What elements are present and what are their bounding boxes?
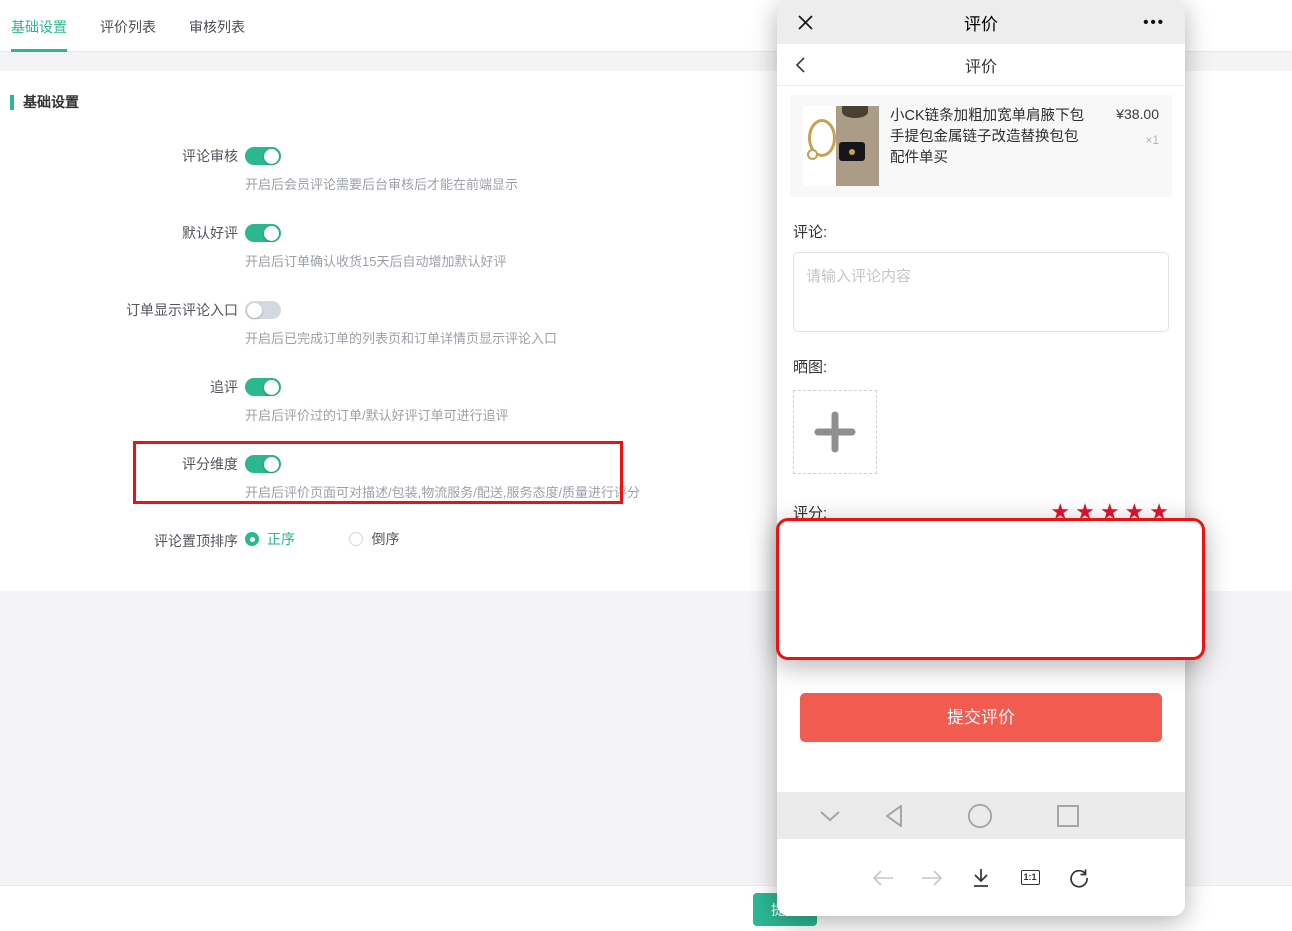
rating-label: 评分: xyxy=(793,502,827,523)
dimension-star-rating[interactable]: ★★★★★ xyxy=(1050,599,1174,623)
chevron-down-icon[interactable] xyxy=(817,803,843,829)
radio-icon xyxy=(349,532,363,546)
radio-icon xyxy=(245,532,259,546)
nav-forward-icon[interactable] xyxy=(921,867,943,889)
dimension-label: 服务态度/质量 xyxy=(793,639,887,660)
setting-label: 默认好评 xyxy=(0,224,245,242)
comment-label: 评论: xyxy=(793,221,1169,242)
dimension-star-rating[interactable]: ★★★★★ xyxy=(1050,561,1174,585)
setting-help-text: 开启后会员评论需要后台审核后才能在前端显示 xyxy=(245,178,518,192)
dimension-row-logistics-delivery: 物流服务/配送 ★★★★★ xyxy=(793,592,1169,630)
rating-dimensions-toggle[interactable] xyxy=(245,455,281,473)
setting-label: 评论审核 xyxy=(0,147,245,165)
tab-review-list[interactable]: 评价列表 xyxy=(100,0,156,52)
overall-rating-row: 评分: ★★★★★ xyxy=(793,500,1169,524)
download-icon[interactable] xyxy=(970,867,992,889)
section-accent-bar xyxy=(10,95,14,110)
comment-audit-toggle[interactable] xyxy=(245,147,281,165)
setting-label: 追评 xyxy=(0,378,245,396)
dimension-row-description-packaging: 描述/包装 ★★★★★ xyxy=(793,554,1169,592)
setting-label: 评论置顶排序 xyxy=(0,532,245,550)
sort-option-ascending[interactable]: 正序 xyxy=(245,532,295,546)
setting-help-text: 开启后已完成订单的列表页和订单详情页显示评论入口 xyxy=(245,332,557,346)
refresh-icon[interactable] xyxy=(1068,867,1090,889)
android-recents-icon[interactable] xyxy=(1055,803,1081,829)
product-image xyxy=(803,106,879,186)
order-comment-entry-toggle[interactable] xyxy=(245,301,281,319)
follow-up-review-toggle[interactable] xyxy=(245,378,281,396)
tab-audit-list[interactable]: 审核列表 xyxy=(189,0,245,52)
devtools-toolbar: 1:1 xyxy=(777,839,1185,916)
setting-help-text: 开启后订单确认收货15天后自动增加默认好评 xyxy=(245,255,506,269)
android-nav-bar xyxy=(777,792,1185,839)
setting-label: 评分维度 xyxy=(0,455,245,473)
radio-label: 倒序 xyxy=(371,532,399,546)
photo-upload-button[interactable] xyxy=(793,390,877,474)
product-price: ¥38.00 xyxy=(1097,106,1159,122)
radio-label: 正序 xyxy=(267,532,295,546)
more-menu-icon[interactable]: ••• xyxy=(1143,14,1165,31)
one-to-one-zoom-icon[interactable]: 1:1 xyxy=(1019,867,1041,889)
android-back-icon[interactable] xyxy=(881,803,907,829)
phone-preview-panel: 评价 ••• 评价 小CK链条加粗加宽单肩腋下包手提包金属链子改造替换包包配件单… xyxy=(777,0,1185,916)
rating-dimensions-section: 描述/包装 ★★★★★ 物流服务/配送 ★★★★★ 服务态度/质量 ★★★★★ xyxy=(777,545,1185,680)
android-home-icon[interactable] xyxy=(967,803,993,829)
wechat-page-title: 评价 xyxy=(777,10,1185,35)
setting-help-text: 开启后评价过的订单/默认好评订单可进行追评 xyxy=(245,409,509,423)
product-title: 小CK链条加粗加宽单肩腋下包手提包金属链子改造替换包包配件单买 xyxy=(890,106,1086,186)
close-icon[interactable] xyxy=(797,14,814,31)
product-card[interactable]: 小CK链条加粗加宽单肩腋下包手提包金属链子改造替换包包配件单买 ¥38.00 ×… xyxy=(790,95,1172,197)
gold-chain-image xyxy=(803,106,836,186)
setting-label: 订单显示评论入口 xyxy=(0,301,245,319)
photo-upload-label: 晒图: xyxy=(793,356,1169,377)
plus-icon xyxy=(812,409,858,455)
dimension-row-service-quality: 服务态度/质量 ★★★★★ xyxy=(793,630,1169,668)
product-quantity: ×1 xyxy=(1097,133,1159,147)
dimension-label: 物流服务/配送 xyxy=(793,601,887,622)
dimension-label: 描述/包装 xyxy=(793,563,857,584)
overall-star-rating[interactable]: ★★★★★ xyxy=(1050,500,1174,524)
tab-basic-settings[interactable]: 基础设置 xyxy=(11,0,67,52)
model-with-bag-image xyxy=(836,106,879,186)
in-app-nav-bar: 评价 xyxy=(777,44,1185,86)
wechat-title-bar: 评价 ••• xyxy=(777,0,1185,44)
default-good-review-toggle[interactable] xyxy=(245,224,281,242)
comment-input[interactable] xyxy=(793,252,1169,332)
back-chevron-icon[interactable] xyxy=(795,56,806,74)
nav-back-icon[interactable] xyxy=(872,867,894,889)
sort-option-descending[interactable]: 倒序 xyxy=(349,532,399,546)
in-app-page-title: 评价 xyxy=(777,53,1185,77)
submit-review-button[interactable]: 提交评价 xyxy=(800,693,1162,742)
section-title: 基础设置 xyxy=(23,92,79,112)
dimension-star-rating[interactable]: ★★★★★ xyxy=(1050,637,1174,661)
setting-help-text: 开启后评价页面可对描述/包装,物流服务/配送,服务态度/质量进行评分 xyxy=(245,486,640,500)
